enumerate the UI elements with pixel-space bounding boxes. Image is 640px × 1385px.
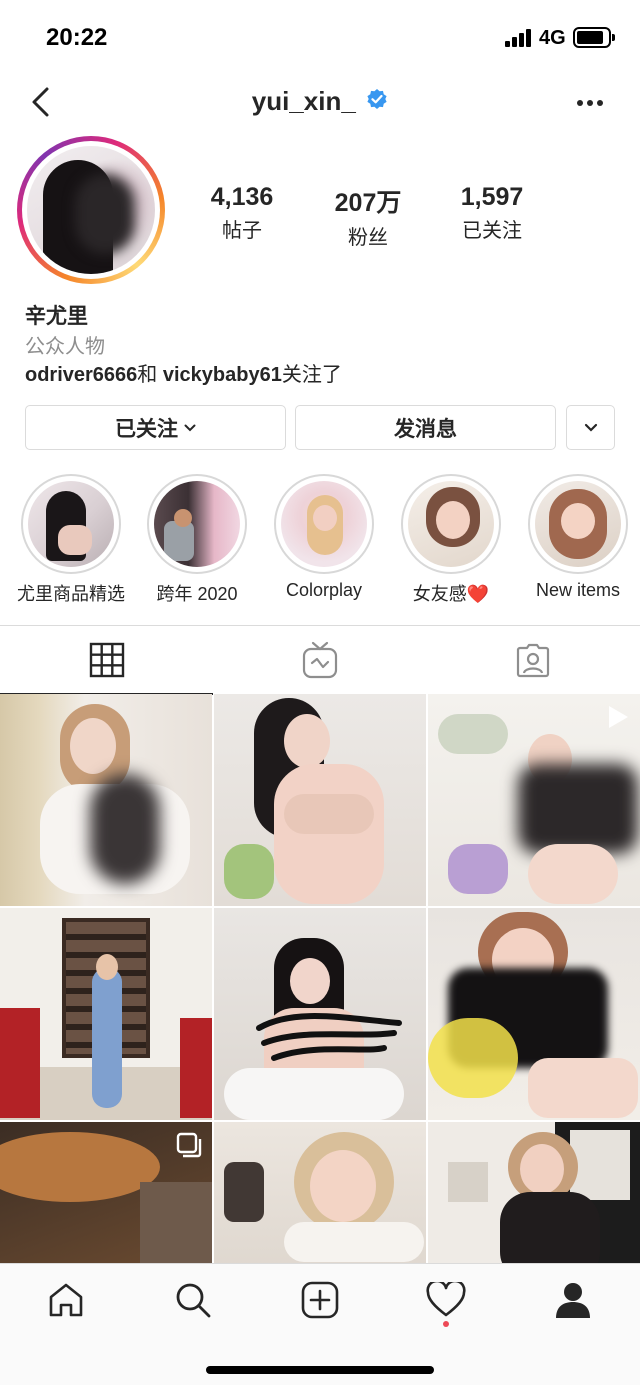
profile-stats: 4,136 帖子 207万 粉丝 1,597 已关注 xyxy=(185,183,625,249)
highlight-label: 女友感❤️ xyxy=(412,584,490,604)
profile-icon xyxy=(556,1283,590,1318)
search-icon xyxy=(176,1283,211,1318)
video-icon xyxy=(606,704,630,735)
status-bar: 20:22 4G xyxy=(0,0,640,74)
network-type: 4G xyxy=(539,27,566,49)
highlight-cover xyxy=(28,481,114,567)
post-thumbnail[interactable] xyxy=(428,694,640,906)
tab-igtv[interactable] xyxy=(213,626,426,694)
verified-badge-icon xyxy=(366,88,388,115)
post-thumbnail[interactable] xyxy=(214,908,426,1120)
profile-category: 公众人物 xyxy=(25,336,105,358)
posts-label: 帖子 xyxy=(222,220,262,242)
highlight-label: 跨年 2020 xyxy=(156,584,238,604)
bottom-nav xyxy=(0,1263,640,1385)
highlight-label: New items xyxy=(535,580,620,600)
highlight-cover xyxy=(281,481,367,567)
notification-dot xyxy=(443,1321,449,1327)
message-button-label: 发消息 xyxy=(394,417,457,441)
new-post-icon xyxy=(301,1281,339,1319)
following-label: 已关注 xyxy=(462,220,522,242)
post-thumbnail[interactable] xyxy=(428,1122,640,1264)
grid-icon xyxy=(89,642,124,678)
home-indicator xyxy=(206,1366,434,1374)
profile-username: yui_xin_ xyxy=(251,86,356,116)
followed-by-suffix: 关注了 xyxy=(281,364,342,386)
profile-tabs xyxy=(0,625,640,695)
highlight-label: Colorplay xyxy=(285,580,363,600)
followers-label: 粉丝 xyxy=(348,227,388,249)
post-thumbnail[interactable] xyxy=(214,694,426,906)
post-thumbnail[interactable] xyxy=(0,1122,212,1264)
highlight-label: 尤里商品精选 xyxy=(17,584,125,604)
stat-followers[interactable]: 207万 粉丝 xyxy=(298,183,438,250)
followers-count: 207万 xyxy=(334,189,402,217)
highlight-cover xyxy=(408,481,494,567)
message-button[interactable]: 发消息 xyxy=(295,405,556,450)
nav-search[interactable] xyxy=(163,1278,223,1322)
post-thumbnail[interactable] xyxy=(0,908,212,1120)
tab-tagged[interactable] xyxy=(426,626,639,694)
more-dots-icon xyxy=(577,100,603,106)
highlight-cover xyxy=(535,481,621,567)
posts-count: 4,136 xyxy=(210,183,274,211)
followed-by-connector: 和 xyxy=(137,364,158,386)
posts-grid xyxy=(0,694,640,1264)
chevron-down-icon xyxy=(584,423,597,432)
following-count: 1,597 xyxy=(460,183,524,211)
carousel-icon xyxy=(176,1132,202,1163)
tagged-icon xyxy=(516,643,549,678)
activity-icon xyxy=(426,1282,466,1317)
nav-new-post[interactable] xyxy=(290,1278,350,1322)
avatar xyxy=(27,146,155,274)
following-button[interactable]: 已关注 xyxy=(25,405,286,450)
followed-by-user-2[interactable]: vickybaby61 xyxy=(163,364,282,386)
profile-display-name: 辛尤里 xyxy=(25,305,88,328)
followed-by-user-1[interactable]: odriver6666 xyxy=(25,364,137,386)
stat-following[interactable]: 1,597 已关注 xyxy=(422,183,562,243)
suggested-accounts-button[interactable] xyxy=(566,405,615,450)
following-button-label: 已关注 xyxy=(115,417,178,441)
stat-posts[interactable]: 4,136 帖子 xyxy=(172,183,312,243)
profile-header: yui_xin_ xyxy=(0,74,640,130)
status-time: 20:22 xyxy=(46,24,108,51)
battery-icon xyxy=(573,27,615,48)
more-options-button[interactable] xyxy=(568,88,612,118)
nav-profile[interactable] xyxy=(543,1278,603,1322)
nav-activity[interactable] xyxy=(416,1278,476,1322)
post-thumbnail[interactable] xyxy=(214,1122,426,1264)
nav-home[interactable] xyxy=(36,1278,96,1322)
home-icon xyxy=(49,1283,83,1317)
avatar-story-ring[interactable] xyxy=(17,136,165,284)
tab-posts-grid[interactable] xyxy=(0,626,213,695)
post-thumbnail[interactable] xyxy=(0,694,212,906)
signal-icon xyxy=(505,29,535,47)
post-thumbnail[interactable] xyxy=(428,908,640,1120)
highlight-cover xyxy=(154,481,240,567)
igtv-icon xyxy=(302,641,337,679)
chevron-down-icon xyxy=(184,424,196,431)
followed-by-text[interactable]: odriver6666和 vickybaby61关注了 xyxy=(25,358,342,387)
